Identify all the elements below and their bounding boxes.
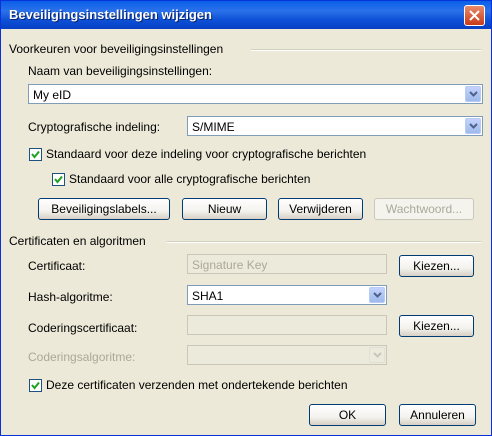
chevron-down-icon	[373, 292, 382, 298]
enc-alg-label: Coderingsalgoritme:	[28, 350, 136, 364]
send-certs-label: Deze certificaten verzenden met ondertek…	[46, 378, 348, 392]
name-combobox[interactable]: My eID	[28, 84, 483, 104]
choose-cert-button[interactable]: Kiezen...	[399, 255, 474, 277]
dialog-window: Beveiligingsinstellingen wijzigen Voorke…	[0, 0, 492, 436]
enc-cert-label: Coderingscertificaat:	[28, 321, 138, 335]
send-certs-checkbox[interactable]	[29, 379, 42, 392]
certs-group-title: Certificaten en algoritmen	[9, 234, 146, 248]
group-divider	[167, 241, 481, 243]
crypto-format-combobox[interactable]: S/MIME	[187, 116, 483, 136]
enc-cert-field[interactable]	[187, 315, 387, 335]
title-bar[interactable]: Beveiligingsinstellingen wijzigen	[1, 1, 491, 29]
default-all-label: Standaard voor alle cryptografische beri…	[69, 172, 311, 186]
enc-alg-dropdown-button[interactable]	[369, 347, 385, 363]
hash-algorithm-combobox[interactable]: SHA1	[187, 285, 387, 305]
cancel-button[interactable]: Annuleren	[399, 404, 476, 426]
crypto-value: S/MIME	[192, 120, 235, 134]
ok-button[interactable]: OK	[309, 404, 386, 426]
dialog-title: Beveiligingsinstellingen wijzigen	[9, 7, 212, 22]
name-label: Naam van beveiligingsinstellingen:	[28, 64, 213, 78]
checkmark-icon	[31, 381, 40, 390]
security-labels-button[interactable]: Beveiligingslabels...	[38, 198, 170, 220]
hash-label: Hash-algoritme:	[28, 290, 113, 304]
default-format-label: Standaard voor deze indeling voor crypto…	[46, 147, 367, 161]
chevron-down-icon	[373, 352, 382, 358]
prefs-group-title: Voorkeuren voor beveiligingsinstellingen	[9, 42, 224, 56]
name-value: My eID	[33, 88, 72, 102]
cert-value: Signature Key	[192, 258, 268, 272]
password-button[interactable]: Wachtwoord...	[374, 198, 474, 220]
hash-value: SHA1	[192, 289, 224, 303]
checkmark-icon	[31, 150, 40, 159]
choose-enc-cert-button[interactable]: Kiezen...	[399, 315, 474, 337]
close-icon	[469, 10, 480, 21]
crypto-label: Cryptografische indeling:	[28, 120, 161, 134]
checkmark-icon	[54, 175, 63, 184]
cert-label: Certificaat:	[28, 259, 86, 273]
chevron-down-icon	[469, 91, 478, 97]
close-button[interactable]	[464, 5, 485, 26]
new-button[interactable]: Nieuw	[182, 198, 267, 220]
enc-algorithm-combobox[interactable]	[187, 345, 387, 365]
default-format-checkbox[interactable]	[29, 148, 42, 161]
group-divider	[251, 49, 481, 51]
delete-button[interactable]: Verwijderen	[278, 198, 363, 220]
chevron-down-icon	[469, 123, 478, 129]
crypto-dropdown-button[interactable]	[465, 118, 481, 134]
hash-dropdown-button[interactable]	[369, 287, 385, 303]
cert-field[interactable]: Signature Key	[187, 254, 387, 274]
default-all-checkbox[interactable]	[52, 173, 65, 186]
name-dropdown-button[interactable]	[465, 86, 481, 102]
